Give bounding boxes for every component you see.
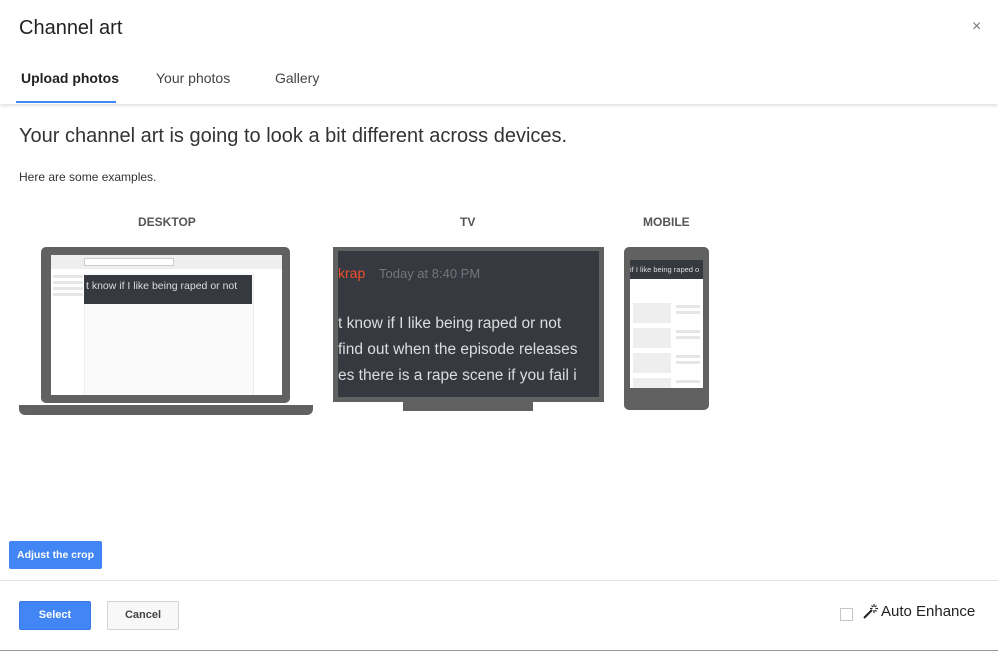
mobile-video-thumb bbox=[633, 353, 671, 373]
magic-wand-icon bbox=[863, 604, 878, 619]
mobile-video-thumb bbox=[633, 378, 671, 388]
tv-preview: krap Today at 8:40 PM t know if I like b… bbox=[333, 247, 604, 402]
mobile-video-thumb bbox=[633, 303, 671, 323]
auto-enhance-checkbox[interactable] bbox=[840, 608, 853, 621]
desktop-label: DESKTOP bbox=[138, 215, 196, 229]
tv-timestamp: Today at 8:40 PM bbox=[379, 266, 481, 281]
tv-stand bbox=[403, 402, 533, 411]
cancel-button[interactable]: Cancel bbox=[107, 601, 179, 630]
desktop-preview: t know if I like being raped or not bbox=[41, 247, 290, 403]
mobile-video-line bbox=[676, 305, 700, 308]
tab-bar: Upload photos Your photos Gallery bbox=[0, 60, 998, 104]
mobile-video-line bbox=[676, 355, 700, 358]
mobile-video-line bbox=[676, 311, 700, 314]
mobile-video-line bbox=[676, 336, 700, 339]
mobile-video-line bbox=[676, 380, 700, 383]
headline: Your channel art is going to look a bit … bbox=[19, 125, 568, 147]
tv-text-line: es there is a rape scene if you fail i bbox=[338, 367, 577, 384]
desktop-sidebar-line bbox=[53, 275, 83, 278]
dialog-title: Channel art bbox=[19, 17, 123, 39]
tab-gallery[interactable]: Gallery bbox=[275, 70, 319, 86]
mobile-preview: if I like being raped o bbox=[624, 247, 709, 410]
mobile-banner: if I like being raped o bbox=[630, 260, 703, 279]
subtext: Here are some examples. bbox=[19, 170, 157, 184]
active-tab-indicator bbox=[16, 101, 116, 103]
tab-your-photos[interactable]: Your photos bbox=[156, 70, 230, 86]
desktop-searchbar bbox=[84, 258, 174, 266]
mobile-banner-text: if I like being raped o bbox=[630, 265, 700, 274]
desktop-banner-text: t know if I like being raped or not bbox=[86, 280, 238, 292]
tv-label: TV bbox=[460, 215, 476, 229]
desktop-sidebar-line bbox=[53, 293, 83, 296]
footer-divider bbox=[0, 580, 998, 581]
close-icon[interactable]: × bbox=[972, 18, 981, 36]
tv-text-line: find out when the episode releases bbox=[338, 341, 578, 358]
tv-text-line: t know if I like being raped or not bbox=[338, 315, 562, 332]
desktop-topbar bbox=[51, 255, 282, 269]
mobile-video-line bbox=[676, 361, 700, 364]
desktop-banner: t know if I like being raped or not bbox=[84, 275, 252, 304]
tab-upload-photos[interactable]: Upload photos bbox=[21, 70, 119, 86]
mobile-video-line bbox=[676, 330, 700, 333]
tv-username: krap bbox=[338, 265, 366, 281]
auto-enhance-label[interactable]: Auto Enhance bbox=[881, 603, 975, 620]
mobile-video-thumb bbox=[633, 328, 671, 348]
desktop-sidebar-line bbox=[53, 287, 83, 290]
mobile-screen: if I like being raped o bbox=[630, 260, 703, 388]
mobile-label: MOBILE bbox=[643, 215, 690, 229]
laptop-base bbox=[19, 405, 313, 415]
desktop-sidebar-line bbox=[53, 281, 83, 284]
desktop-screen: t know if I like being raped or not bbox=[51, 255, 282, 395]
adjust-crop-button[interactable]: Adjust the crop bbox=[9, 541, 102, 569]
tv-screen: krap Today at 8:40 PM t know if I like b… bbox=[338, 251, 599, 397]
select-button[interactable]: Select bbox=[19, 601, 91, 630]
